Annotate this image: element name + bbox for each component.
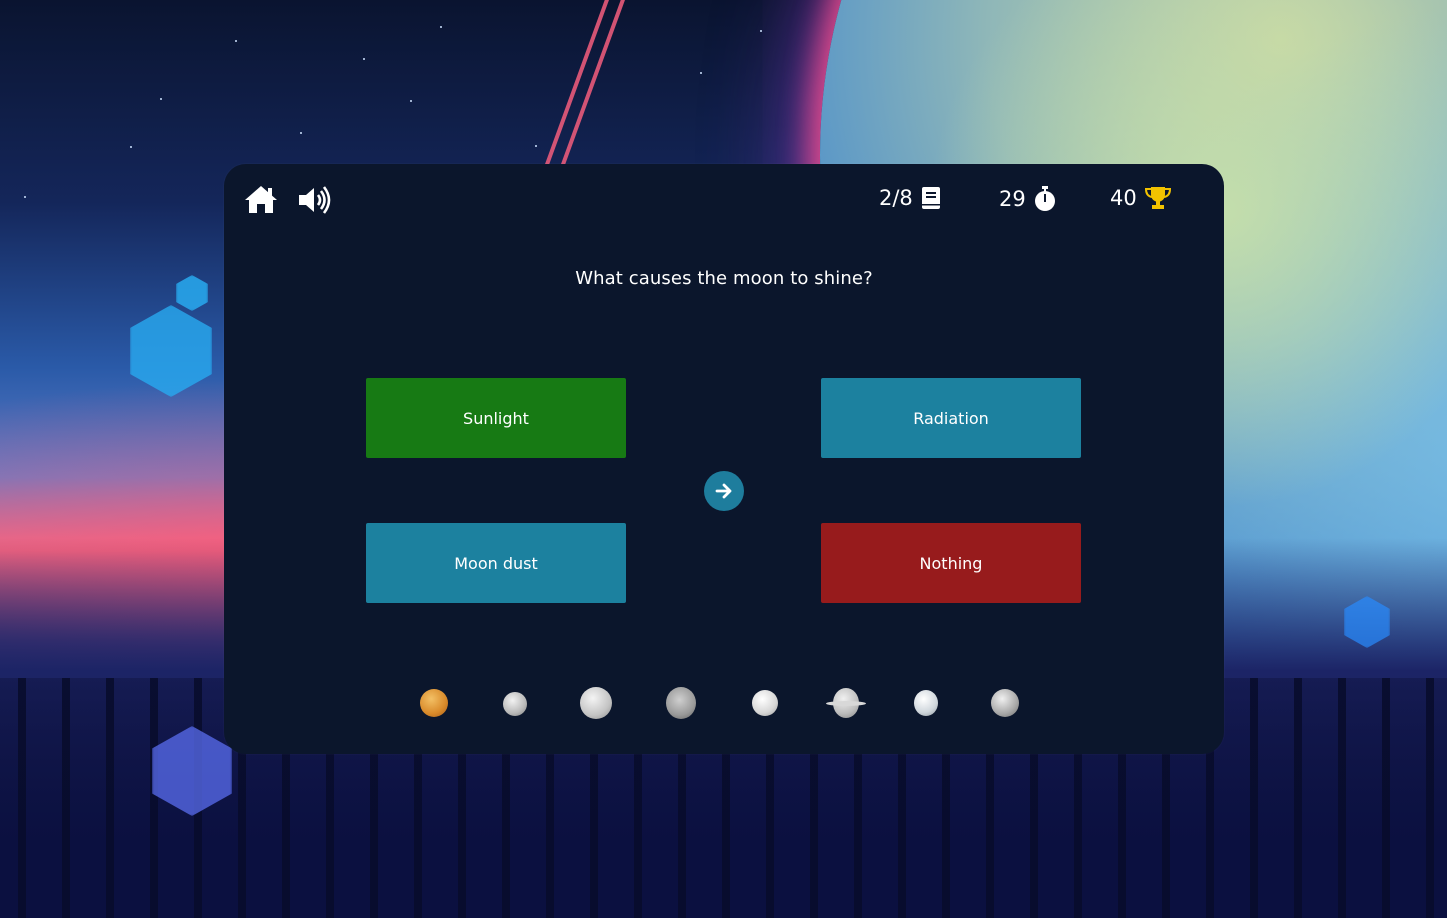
trophy-icon [1144,187,1171,209]
star [130,146,132,148]
moon-icon [580,687,612,719]
question-progress-value: 2/8 [879,186,913,210]
quiz-panel: 2/8 29 40 What causes the moon to shine?… [224,164,1224,754]
star [535,145,537,147]
star [363,58,365,60]
question-progress: 2/8 [879,186,941,210]
star [300,132,302,134]
white-moon-icon [752,690,778,716]
saturn-ring [826,701,866,706]
star [24,196,26,198]
star [160,98,162,100]
venus-icon [420,689,448,717]
next-button[interactable] [704,471,744,511]
stopwatch-icon [1034,186,1055,211]
home-icon[interactable] [243,184,279,214]
mercury-icon [503,692,527,716]
star [410,100,412,102]
timer-value: 29 [999,187,1026,211]
rocky-moon-icon [666,687,696,719]
timer: 29 [999,186,1056,212]
star [700,72,702,74]
ice-moon-icon [914,690,938,716]
answer-button-sunlight[interactable]: Sunlight [366,378,626,458]
grey-planet-icon [991,689,1019,717]
answer-button-moon-dust[interactable]: Moon dust [366,523,626,603]
speaker-icon[interactable] [297,186,333,214]
planet-tracker [224,684,1224,724]
score-value: 40 [1110,186,1137,210]
book-icon [921,187,940,209]
star [440,26,442,28]
answer-button-nothing[interactable]: Nothing [821,523,1081,603]
question-text: What causes the moon to shine? [575,268,873,289]
answer-button-radiation[interactable]: Radiation [821,378,1081,458]
star [235,40,237,42]
star [760,30,762,32]
arrow-right-icon [715,483,732,499]
score: 40 [1110,186,1171,210]
